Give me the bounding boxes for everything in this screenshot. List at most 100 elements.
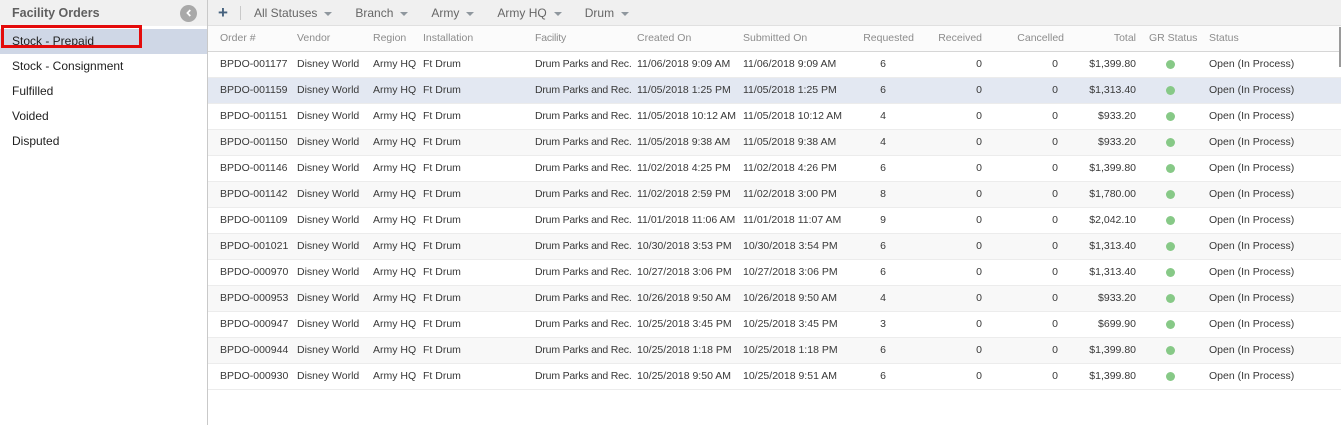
sidebar-header: Facility Orders — [0, 0, 207, 26]
chevron-down-icon — [554, 12, 562, 16]
column-header-order[interactable]: Order # — [208, 26, 292, 51]
column-header-received[interactable]: Received — [922, 26, 992, 51]
column-header-region[interactable]: Region — [368, 26, 418, 51]
cell-vendor: Disney World — [292, 234, 368, 259]
grid-header: Order #VendorRegionInstallationFacilityC… — [208, 26, 1341, 52]
toolbar-divider — [240, 6, 241, 20]
cell-submitted-on: 11/05/2018 1:25 PM — [738, 78, 852, 103]
collapse-sidebar-button[interactable] — [180, 5, 197, 22]
filter-all-statuses[interactable]: All Statuses — [254, 6, 332, 20]
add-order-button[interactable]: + — [215, 5, 231, 21]
sidebar-item-stock-consignment[interactable]: Stock - Consignment — [0, 54, 207, 79]
sidebar-item-disputed[interactable]: Disputed — [0, 129, 207, 154]
cell-submitted-on: 11/05/2018 9:38 AM — [738, 130, 852, 155]
cell-facility: Drum Parks and Rec... — [530, 208, 632, 233]
cell-region: Army HQ — [368, 182, 418, 207]
gr-status-dot — [1166, 86, 1175, 95]
cell-cancelled: 0 — [992, 52, 1072, 77]
table-row[interactable]: BPDO-001021Disney WorldArmy HQFt DrumDru… — [208, 234, 1341, 260]
table-row[interactable]: BPDO-001142Disney WorldArmy HQFt DrumDru… — [208, 182, 1341, 208]
toolbar: + All Statuses Branch Army Army HQ Drum — [208, 0, 1341, 26]
cell-status: Open (In Process) — [1206, 182, 1341, 207]
cell-received: 0 — [922, 364, 992, 389]
table-row[interactable]: BPDO-001150Disney WorldArmy HQFt DrumDru… — [208, 130, 1341, 156]
column-header-submitted-on[interactable]: Submitted On — [738, 26, 852, 51]
sidebar-item-fulfilled[interactable]: Fulfilled — [0, 79, 207, 104]
sidebar-item-label: Voided — [12, 109, 49, 123]
table-row[interactable]: BPDO-001159Disney WorldArmy HQFt DrumDru… — [208, 78, 1341, 104]
column-header-installation[interactable]: Installation — [418, 26, 530, 51]
cell-status: Open (In Process) — [1206, 52, 1341, 77]
facility-orders-app: Facility Orders Stock - PrepaidStock - C… — [0, 0, 1341, 425]
cell-gr-status — [1144, 312, 1206, 337]
cell-created-on: 11/02/2018 4:25 PM — [632, 156, 738, 181]
table-row[interactable]: BPDO-000930Disney WorldArmy HQFt DrumDru… — [208, 364, 1341, 390]
cell-total: $1,399.80 — [1072, 52, 1144, 77]
column-header-cancelled[interactable]: Cancelled — [992, 26, 1072, 51]
gr-status-dot — [1166, 112, 1175, 121]
cell-requested: 4 — [852, 104, 922, 129]
cell-facility: Drum Parks and Rec... — [530, 312, 632, 337]
cell-cancelled: 0 — [992, 208, 1072, 233]
cell-installation: Ft Drum — [418, 130, 530, 155]
cell-total: $933.20 — [1072, 130, 1144, 155]
filter-branch[interactable]: Branch — [355, 6, 408, 20]
cell-installation: Ft Drum — [418, 260, 530, 285]
cell-requested: 6 — [852, 234, 922, 259]
sidebar-item-label: Disputed — [12, 134, 59, 148]
cell-gr-status — [1144, 338, 1206, 363]
column-header-created-on[interactable]: Created On — [632, 26, 738, 51]
column-header-facility[interactable]: Facility — [530, 26, 632, 51]
cell-requested: 4 — [852, 286, 922, 311]
chevron-down-icon — [621, 12, 629, 16]
filter-label: Army — [431, 6, 459, 20]
sidebar-item-voided[interactable]: Voided — [0, 104, 207, 129]
cell-total: $1,399.80 — [1072, 338, 1144, 363]
cell-status: Open (In Process) — [1206, 130, 1341, 155]
table-row[interactable]: BPDO-001146Disney WorldArmy HQFt DrumDru… — [208, 156, 1341, 182]
column-header-total[interactable]: Total — [1072, 26, 1144, 51]
table-row[interactable]: BPDO-000944Disney WorldArmy HQFt DrumDru… — [208, 338, 1341, 364]
table-row[interactable]: BPDO-001177Disney WorldArmy HQFt DrumDru… — [208, 52, 1341, 78]
cell-gr-status — [1144, 156, 1206, 181]
filter-label: All Statuses — [254, 6, 317, 20]
gr-status-dot — [1166, 372, 1175, 381]
filter-army[interactable]: Army — [431, 6, 474, 20]
column-header-status[interactable]: Status — [1206, 26, 1341, 51]
cell-facility: Drum Parks and Rec... — [530, 286, 632, 311]
cell-vendor: Disney World — [292, 130, 368, 155]
table-row[interactable]: BPDO-001109Disney WorldArmy HQFt DrumDru… — [208, 208, 1341, 234]
sidebar-item-stock-prepaid[interactable]: Stock - Prepaid — [0, 29, 207, 54]
cell-region: Army HQ — [368, 104, 418, 129]
cell-total: $2,042.10 — [1072, 208, 1144, 233]
cell-facility: Drum Parks and Rec... — [530, 234, 632, 259]
column-header-vendor[interactable]: Vendor — [292, 26, 368, 51]
cell-cancelled: 0 — [992, 78, 1072, 103]
cell-installation: Ft Drum — [418, 182, 530, 207]
cell-total: $1,399.80 — [1072, 156, 1144, 181]
cell-created-on: 11/01/2018 11:06 AM — [632, 208, 738, 233]
filter-army-hq[interactable]: Army HQ — [497, 6, 561, 20]
filter-label: Branch — [355, 6, 393, 20]
table-row[interactable]: BPDO-000947Disney WorldArmy HQFt DrumDru… — [208, 312, 1341, 338]
sidebar-item-label: Fulfilled — [12, 84, 53, 98]
table-row[interactable]: BPDO-000953Disney WorldArmy HQFt DrumDru… — [208, 286, 1341, 312]
cell-created-on: 10/30/2018 3:53 PM — [632, 234, 738, 259]
cell-installation: Ft Drum — [418, 104, 530, 129]
cell-requested: 6 — [852, 338, 922, 363]
cell-installation: Ft Drum — [418, 52, 530, 77]
table-row[interactable]: BPDO-001151Disney WorldArmy HQFt DrumDru… — [208, 104, 1341, 130]
column-header-requested[interactable]: Requested — [852, 26, 922, 51]
cell-status: Open (In Process) — [1206, 156, 1341, 181]
filter-drum[interactable]: Drum — [585, 6, 629, 20]
cell-submitted-on: 11/02/2018 4:26 PM — [738, 156, 852, 181]
cell-order: BPDO-000944 — [208, 338, 292, 363]
cell-vendor: Disney World — [292, 338, 368, 363]
cell-status: Open (In Process) — [1206, 208, 1341, 233]
column-header-gr-status[interactable]: GR Status — [1144, 26, 1206, 51]
cell-cancelled: 0 — [992, 130, 1072, 155]
cell-requested: 6 — [852, 156, 922, 181]
cell-region: Army HQ — [368, 52, 418, 77]
table-row[interactable]: BPDO-000970Disney WorldArmy HQFt DrumDru… — [208, 260, 1341, 286]
cell-order: BPDO-001146 — [208, 156, 292, 181]
